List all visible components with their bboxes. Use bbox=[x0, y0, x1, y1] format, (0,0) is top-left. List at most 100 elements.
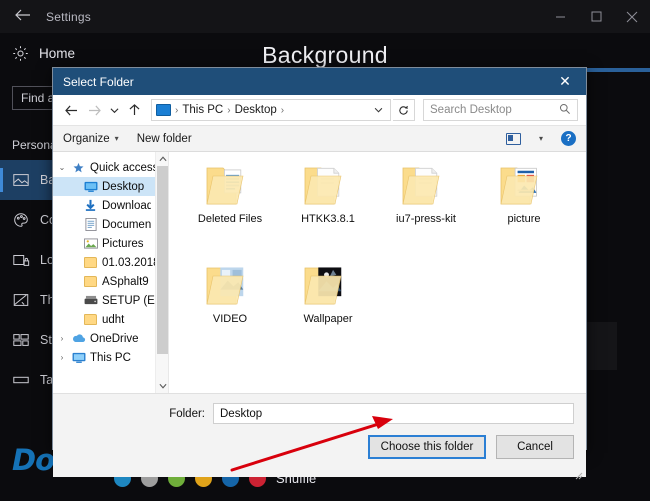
folder-input[interactable]: Desktop bbox=[213, 403, 574, 424]
folder-icon bbox=[302, 162, 354, 208]
breadcrumb-item-this-pc[interactable]: This PC bbox=[182, 104, 223, 116]
folder-label: Folder: bbox=[169, 407, 205, 420]
documents-icon bbox=[83, 218, 98, 232]
minimize-button[interactable] bbox=[542, 0, 578, 33]
dialog-title: Select Folder bbox=[63, 74, 134, 89]
dialog-titlebar: Select Folder ✕ bbox=[53, 68, 586, 95]
star-pin-icon bbox=[71, 161, 86, 175]
twisty-icon[interactable]: ⌄ bbox=[57, 163, 67, 172]
picture-icon bbox=[12, 171, 30, 189]
folder-icon bbox=[302, 262, 354, 308]
settings-titlebar: Settings bbox=[0, 0, 650, 33]
tree-item[interactable]: Documents bbox=[53, 215, 168, 234]
twisty-icon[interactable]: › bbox=[57, 353, 67, 362]
file-item-label: Wallpaper bbox=[303, 313, 353, 325]
tree-item-label: Downloads bbox=[102, 199, 151, 212]
scrollbar-thumb[interactable] bbox=[157, 166, 168, 354]
this-pc-icon bbox=[71, 351, 86, 365]
theme-brush-icon bbox=[12, 291, 30, 309]
scroll-down-icon[interactable] bbox=[156, 379, 168, 393]
file-item[interactable]: VIDEO bbox=[181, 262, 279, 362]
file-item[interactable]: picture bbox=[475, 162, 573, 262]
chevron-down-icon[interactable]: ▾ bbox=[539, 134, 543, 143]
tree-item[interactable]: › This PC bbox=[53, 348, 168, 367]
start-tiles-icon bbox=[12, 331, 30, 349]
cancel-button[interactable]: Cancel bbox=[496, 435, 574, 459]
close-button[interactable] bbox=[614, 0, 650, 33]
tree-item-label: Desktop bbox=[102, 180, 145, 193]
help-icon[interactable]: ? bbox=[561, 131, 576, 146]
new-folder-button[interactable]: New folder bbox=[137, 133, 192, 145]
maximize-button[interactable] bbox=[578, 0, 614, 33]
tree-item[interactable]: SETUP (E:) bbox=[53, 291, 168, 310]
address-bar: › This PC › Desktop › Search Desktop bbox=[53, 95, 586, 125]
choose-this-folder-button[interactable]: Choose this folder bbox=[368, 435, 486, 459]
new-folder-label: New folder bbox=[136, 132, 192, 145]
sidebar-item-label: St bbox=[40, 333, 52, 347]
refresh-icon[interactable] bbox=[393, 99, 415, 121]
scroll-up-icon[interactable] bbox=[156, 152, 168, 166]
breadcrumb-separator: › bbox=[227, 104, 231, 116]
screen: Settings Background Home Find a Personal… bbox=[0, 0, 650, 501]
tree-item[interactable]: Desktop bbox=[53, 177, 168, 196]
tree-item[interactable]: ASphalt9 bbox=[53, 272, 168, 291]
search-input[interactable]: Search Desktop bbox=[423, 99, 578, 121]
file-item[interactable]: iu7-press-kit bbox=[377, 162, 475, 262]
breadcrumb-item-desktop[interactable]: Desktop bbox=[235, 104, 277, 116]
file-item[interactable]: HTKK3.8.1 bbox=[279, 162, 377, 262]
file-item-label: picture bbox=[507, 213, 541, 225]
tree-item[interactable]: udht bbox=[53, 310, 168, 329]
folder-icon bbox=[204, 162, 256, 208]
search-placeholder: Search Desktop bbox=[430, 104, 512, 116]
dialog-footer: Folder: Desktop Choose this folder Cance… bbox=[53, 393, 586, 480]
tree-item[interactable]: 01.03.2018 bbox=[53, 253, 168, 272]
file-item[interactable]: Wallpaper bbox=[279, 262, 377, 362]
back-arrow-icon[interactable] bbox=[61, 99, 82, 121]
tree-item-label: Pictures bbox=[102, 237, 144, 250]
view-layout-icon[interactable] bbox=[505, 132, 521, 145]
file-item[interactable]: Deleted Files bbox=[181, 162, 279, 262]
breadcrumb-separator: › bbox=[280, 104, 285, 116]
file-item-label: VIDEO bbox=[212, 313, 248, 325]
tree-item[interactable]: › OneDrive bbox=[53, 329, 168, 348]
breadcrumb-separator: › bbox=[175, 104, 179, 116]
chevron-down-icon: ▾ bbox=[114, 134, 119, 143]
sidebar-item-home[interactable]: Home bbox=[12, 45, 75, 62]
forward-arrow-icon[interactable] bbox=[84, 99, 105, 121]
dialog-body: ⌄Quick access Desktop Downloads Documents Pi… bbox=[53, 152, 586, 393]
folder-icon bbox=[498, 162, 550, 208]
chevron-down-icon[interactable] bbox=[107, 99, 122, 121]
twisty-icon[interactable]: › bbox=[57, 334, 67, 343]
back-arrow-icon[interactable] bbox=[0, 9, 46, 24]
lock-screen-icon bbox=[12, 251, 30, 269]
tree-item[interactable]: ⌄ Quick access bbox=[53, 158, 168, 177]
folder-icon bbox=[83, 275, 98, 289]
tree-item-label: Documents bbox=[102, 218, 151, 231]
resize-grip-icon[interactable] bbox=[575, 467, 583, 480]
close-icon[interactable]: ✕ bbox=[544, 68, 586, 95]
file-list: Deleted Files HTKK3.8.1 iu7-press-kit pictu… bbox=[168, 152, 586, 393]
folder-icon bbox=[83, 256, 98, 270]
onedrive-icon bbox=[71, 332, 86, 346]
chevron-down-icon[interactable] bbox=[371, 105, 386, 115]
page-title: Background bbox=[262, 42, 388, 68]
drive-icon bbox=[83, 294, 98, 308]
tree-item[interactable]: Pictures bbox=[53, 234, 168, 253]
dialog-toolbar: Organize ▾ New folder ▾ ? bbox=[53, 125, 586, 152]
settings-title: Settings bbox=[46, 9, 91, 24]
file-item-label: Deleted Files bbox=[197, 213, 263, 225]
up-arrow-icon[interactable] bbox=[124, 99, 145, 121]
organize-button[interactable]: Organize ▾ bbox=[63, 133, 119, 145]
file-item-label: HTKK3.8.1 bbox=[301, 213, 355, 225]
search-icon bbox=[559, 103, 571, 118]
folder-icon bbox=[83, 313, 98, 327]
tree-scrollbar[interactable] bbox=[155, 152, 168, 393]
this-pc-icon bbox=[156, 104, 171, 116]
palette-icon bbox=[12, 211, 30, 229]
navigation-tree: ⌄Quick access Desktop Downloads Documents Pi… bbox=[53, 152, 168, 393]
pictures-icon bbox=[83, 237, 98, 251]
gear-icon bbox=[12, 45, 29, 62]
select-folder-dialog: Select Folder ✕ › This PC › Desktop › Se… bbox=[52, 67, 587, 480]
tree-item[interactable]: Downloads bbox=[53, 196, 168, 215]
breadcrumb[interactable]: › This PC › Desktop › bbox=[151, 99, 391, 121]
